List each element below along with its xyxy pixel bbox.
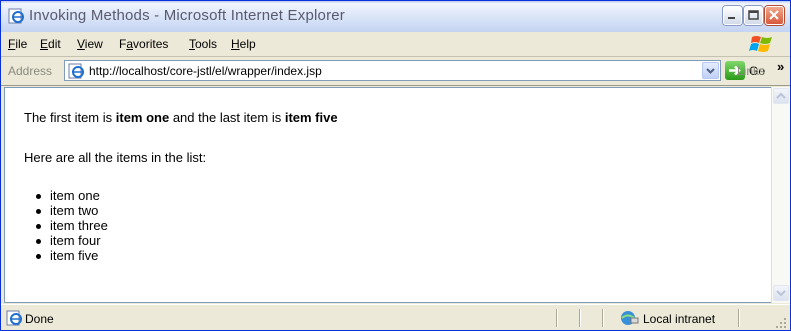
close-icon	[769, 10, 779, 20]
windows-logo-icon	[749, 36, 772, 52]
address-input[interactable]: http://localhost/core-jstl/el/wrapper/in…	[64, 60, 721, 81]
list-item: item four	[24, 233, 108, 248]
status-divider	[556, 309, 557, 327]
close-button[interactable]	[765, 6, 784, 25]
scroll-down-button[interactable]	[773, 285, 789, 301]
menu-file[interactable]: File	[8, 37, 27, 51]
chevron-up-icon	[776, 92, 786, 99]
page-content: The first item is item one and the last …	[4, 87, 772, 303]
browser-window: Invoking Methods - Microsoft Internet Ex…	[0, 0, 791, 331]
status-bar: Done Local intranet	[1, 304, 790, 330]
list-intro-text: Here are all the items in the list:	[24, 150, 207, 165]
window-title: Invoking Methods - Microsoft Internet Ex…	[29, 7, 345, 24]
links-label[interactable]: Links	[737, 64, 765, 78]
minimize-button[interactable]	[723, 6, 742, 25]
ie-page-icon	[68, 63, 84, 79]
chevron-down-icon	[706, 68, 715, 74]
ie-page-icon	[8, 8, 24, 24]
maximize-button[interactable]	[744, 6, 763, 25]
menu-help[interactable]: Help	[231, 37, 256, 51]
scroll-up-button[interactable]	[773, 88, 789, 104]
address-url[interactable]: http://localhost/core-jstl/el/wrapper/in…	[89, 64, 322, 78]
menu-bar: File Edit View Favorites Tools Help	[1, 32, 790, 57]
last-item-value: item five	[284, 110, 338, 125]
chevron-down-icon	[776, 290, 786, 297]
menu-tools[interactable]: Tools	[189, 37, 217, 51]
list-item: item three	[24, 218, 108, 233]
minimize-icon	[728, 17, 735, 19]
vertical-scrollbar[interactable]	[771, 87, 790, 303]
local-intranet-icon	[621, 311, 639, 325]
list-item: item five	[24, 248, 108, 263]
status-text: Done	[25, 312, 54, 326]
list-item: item one	[24, 188, 108, 203]
list-item: item two	[24, 203, 108, 218]
security-zone-text: Local intranet	[643, 312, 716, 326]
first-item-value: item one	[115, 110, 170, 125]
menu-edit[interactable]: Edit	[40, 37, 61, 51]
address-dropdown-button[interactable]	[702, 62, 719, 79]
address-label: Address	[8, 64, 53, 78]
status-divider	[602, 309, 603, 327]
status-divider	[579, 309, 580, 327]
resize-grip-icon[interactable]	[775, 317, 787, 329]
maximize-icon	[748, 10, 759, 20]
menu-favorites[interactable]: Favorites	[119, 37, 168, 51]
first-last-sentence: The first item is item one and the last …	[24, 110, 338, 125]
address-bar: Address http://localhost/core-jstl/el/wr…	[1, 57, 790, 86]
title-bar[interactable]: Invoking Methods - Microsoft Internet Ex…	[1, 1, 790, 33]
status-divider	[738, 309, 739, 327]
item-list: item one item two item three item four i…	[24, 188, 108, 263]
links-chevron-icon[interactable]: »	[777, 59, 784, 74]
ie-page-icon	[6, 310, 22, 326]
menu-view[interactable]: View	[77, 37, 103, 51]
